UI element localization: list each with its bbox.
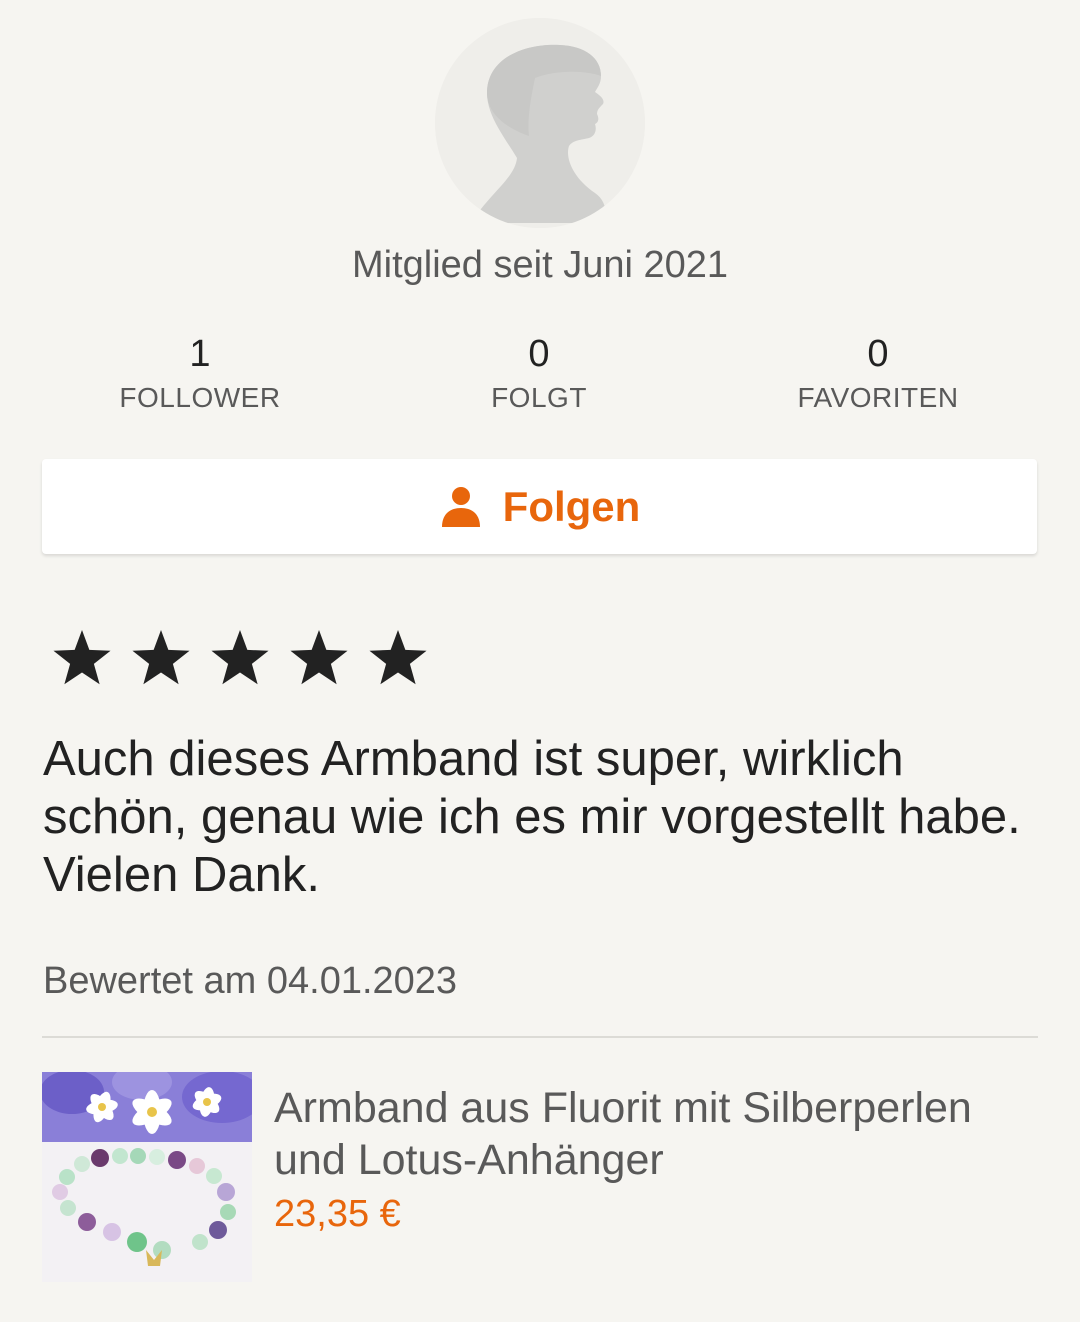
star-filled-icon [211, 630, 269, 685]
person-icon [439, 485, 483, 529]
divider [42, 1036, 1038, 1038]
star-filled-icon [53, 630, 111, 685]
stat-label: FOLLOWER [119, 382, 281, 413]
stat-value: 1 [189, 333, 211, 375]
default-avatar-icon [435, 18, 645, 228]
stat-followers[interactable]: 1 FOLLOWER [50, 330, 350, 418]
star-filled-icon [290, 630, 348, 685]
bracelet-image [42, 1072, 252, 1282]
stat-following[interactable]: 0 FOLGT [389, 330, 689, 418]
stat-value: 0 [528, 333, 550, 375]
product-thumbnail[interactable] [42, 1072, 252, 1282]
stat-label: FAVORITEN [797, 382, 959, 413]
product-title-link[interactable]: Armband aus Fluorit mit Silberperlen und… [274, 1082, 1054, 1186]
star-rating [50, 626, 445, 690]
review-date: Bewertet am 04.01.2023 [43, 960, 458, 1002]
stat-value: 0 [867, 333, 889, 375]
member-since-text: Mitglied seit Juni 2021 [352, 244, 728, 286]
product-price: 23,35 € [274, 1193, 401, 1235]
star-filled-icon [132, 630, 190, 685]
profile-stats: 1 FOLLOWER 0 FOLGT 0 FAVORITEN [0, 330, 1080, 430]
profile-avatar[interactable] [435, 18, 645, 228]
follow-button[interactable]: Folgen [42, 459, 1037, 554]
stat-favorites[interactable]: 0 FAVORITEN [728, 330, 1028, 418]
stat-label: FOLGT [491, 382, 587, 413]
star-filled-icon [369, 630, 427, 685]
review-text: Auch dieses Armband ist super, wirklich … [43, 732, 1021, 902]
follow-button-label: Folgen [502, 482, 641, 530]
